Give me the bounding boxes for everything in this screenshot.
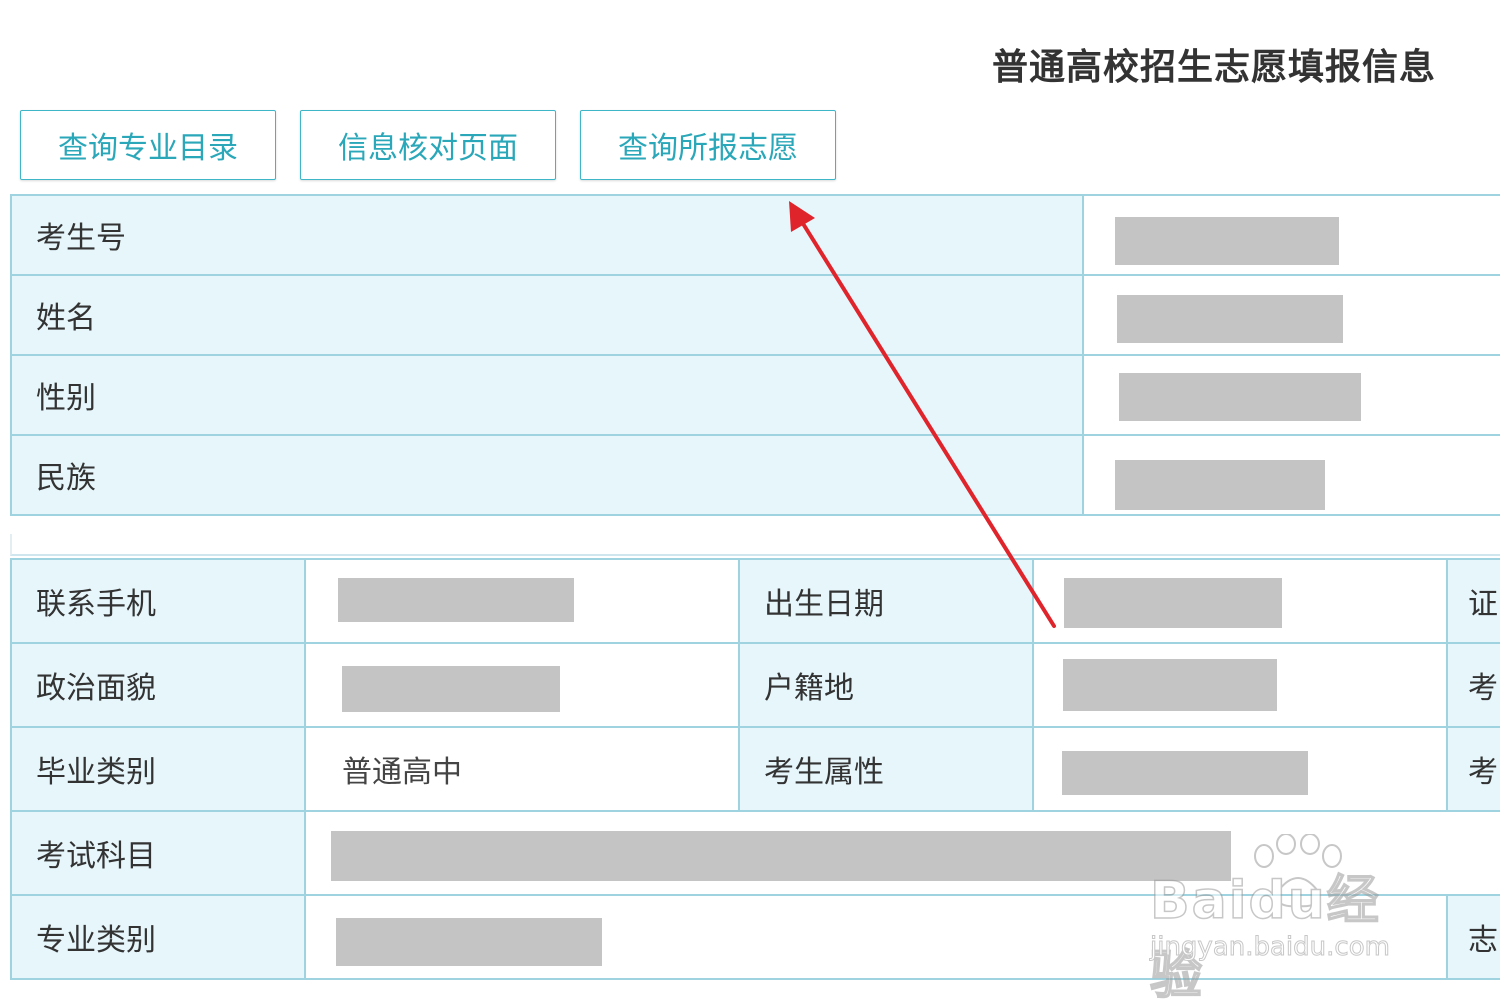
redacted-block: [1119, 373, 1361, 421]
choice-label-partial: 志: [1446, 894, 1500, 980]
table-row: 考试科目: [10, 810, 1500, 896]
hukou-value: [1032, 642, 1448, 728]
name-label: 姓名: [10, 274, 1084, 356]
table-row: 专业类别 志: [10, 894, 1500, 980]
basic-info-table: 考生号 姓名 性别 民族: [10, 194, 1500, 516]
ethnicity-label: 民族: [10, 434, 1084, 516]
major-type-value: [304, 894, 1448, 980]
info-check-page-button[interactable]: 信息核对页面: [300, 110, 556, 180]
table-row: 联系手机 出生日期 证: [10, 558, 1500, 644]
candidate-number-value: [1082, 194, 1500, 276]
exam-subjects-value: [304, 810, 1500, 896]
table-row: 考生号: [10, 194, 1500, 276]
id-label-partial: 证: [1446, 558, 1500, 644]
redacted-block: [1064, 578, 1282, 628]
redacted-block: [331, 831, 1231, 881]
redacted-block: [1115, 217, 1339, 265]
exam-label-partial: 考: [1446, 642, 1500, 728]
major-type-label: 专业类别: [10, 894, 306, 980]
political-status-value: [304, 642, 740, 728]
redacted-block: [1117, 295, 1343, 343]
candidate-attribute-label: 考生属性: [738, 726, 1034, 812]
table-row: 毕业类别 普通高中 考生属性 考: [10, 726, 1500, 812]
query-submitted-choices-button[interactable]: 查询所报志愿: [580, 110, 836, 180]
table-row: 政治面貌 户籍地 考: [10, 642, 1500, 728]
graduation-type-value: 普通高中: [304, 726, 740, 812]
ethnicity-value: [1082, 434, 1500, 516]
hukou-label: 户籍地: [738, 642, 1034, 728]
redacted-block: [1115, 460, 1325, 510]
redacted-block: [338, 578, 574, 622]
page-title: 普通高校招生志愿填报信息: [991, 47, 1436, 88]
redacted-block: [1063, 659, 1277, 711]
graduation-type-label: 毕业类别: [10, 726, 306, 812]
exam-subjects-label: 考试科目: [10, 810, 306, 896]
query-major-catalog-button[interactable]: 查询专业目录: [20, 110, 276, 180]
phone-label: 联系手机: [10, 558, 306, 644]
candidate-attribute-value: [1032, 726, 1448, 812]
details-table: 联系手机 出生日期 证 政治面貌 户籍地 考 毕业类别 普通高中 考生属性 考 …: [10, 558, 1500, 980]
redacted-block: [342, 666, 560, 712]
candidate-number-label: 考生号: [10, 194, 1084, 276]
table-row: 民族: [10, 434, 1500, 516]
exam-label-partial: 考: [1446, 726, 1500, 812]
page: 普通高校招生志愿填报信息 查询专业目录 信息核对页面 查询所报志愿 考生号 姓名…: [0, 0, 1500, 1000]
redacted-block: [1062, 751, 1308, 795]
birth-date-value: [1032, 558, 1448, 644]
table-row: 性别: [10, 354, 1500, 436]
political-status-label: 政治面貌: [10, 642, 306, 728]
name-value: [1082, 274, 1500, 356]
birth-date-label: 出生日期: [738, 558, 1034, 644]
phone-value: [304, 558, 740, 644]
table-row: 姓名: [10, 274, 1500, 356]
section-gap: [10, 534, 1500, 556]
redacted-block: [336, 918, 602, 966]
gender-label: 性别: [10, 354, 1084, 436]
gender-value: [1082, 354, 1500, 436]
